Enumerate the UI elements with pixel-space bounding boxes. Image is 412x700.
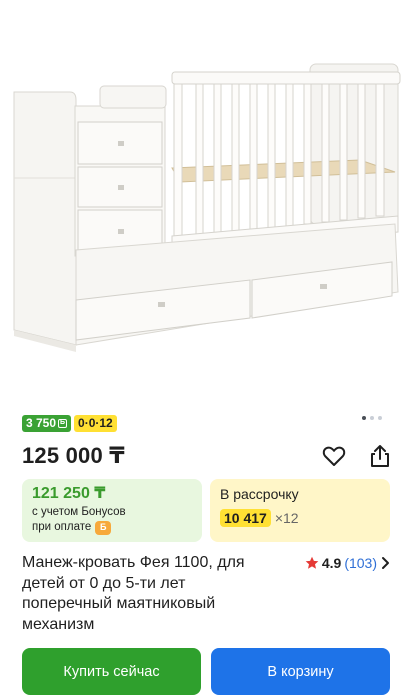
installment-title: В рассрочку [220, 486, 299, 502]
heart-icon[interactable] [322, 444, 346, 468]
coin-icon: Б [58, 419, 68, 428]
rating-value: 4.9 [321, 555, 342, 571]
installment-card[interactable]: В рассрочку 10 417 ×12 [210, 479, 390, 542]
product-title-row: Манеж-кровать Фея 1100, для детей от 0 д… [22, 553, 390, 635]
share-icon[interactable] [368, 444, 392, 468]
bonus-price-card[interactable]: 121 250 ₸ с учетом Бонусов при оплате Б [22, 479, 202, 542]
product-image-gallery[interactable] [0, 0, 412, 398]
pagination-dot [370, 416, 374, 420]
installment-amount: 10 417 [220, 509, 271, 527]
pagination-dot-active [362, 416, 366, 420]
price-row: 125 000 ₸ [22, 441, 392, 471]
coin-icon: Б [95, 520, 112, 535]
bonus-note-line1: с учетом Бонусов [32, 506, 126, 518]
chevron-right-icon [382, 557, 389, 569]
bonus-badge: 3 750 Б [22, 415, 72, 432]
action-buttons: Купить сейчас В корзину [22, 648, 390, 695]
bonus-note-line2: при оплате Б [32, 520, 192, 535]
product-title: Манеж-кровать Фея 1100, для детей от 0 д… [22, 554, 245, 633]
buy-now-button[interactable]: Купить сейчас [22, 648, 201, 695]
installment-multiplier: ×12 [274, 510, 299, 526]
add-to-cart-button[interactable]: В корзину [211, 648, 390, 695]
bonus-price: 121 250 ₸ [32, 485, 106, 502]
price-badges: 3 750 Б 0·0·12 [22, 415, 117, 432]
gallery-pagination [362, 416, 382, 420]
bonus-note-text: при оплате [32, 521, 92, 533]
product-price: 125 000 ₸ [22, 443, 125, 468]
pagination-dot [378, 416, 382, 420]
product-photo [13, 63, 401, 352]
installment-badge: 0·0·12 [74, 415, 117, 432]
star-icon [305, 556, 319, 569]
rating[interactable]: 4.9 (103) [305, 553, 390, 573]
bonus-badge-value: 3 750 [26, 416, 57, 430]
offers-row: 121 250 ₸ с учетом Бонусов при оплате Б … [22, 479, 390, 542]
review-count[interactable]: (103) [344, 555, 377, 571]
